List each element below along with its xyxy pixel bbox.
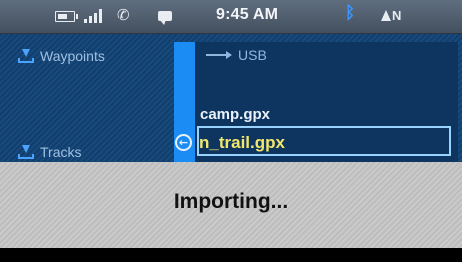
status-bar: ✆ 9:45 AM ᛒ N bbox=[0, 0, 462, 34]
category-waypoints[interactable]: Waypoints bbox=[10, 48, 170, 64]
source-usb[interactable]: USB bbox=[206, 47, 267, 63]
download-icon bbox=[18, 49, 34, 63]
file-item-camp[interactable]: camp.gpx bbox=[200, 106, 270, 123]
back-arrow-icon[interactable]: ← bbox=[175, 134, 192, 151]
clock-time: 9:45 AM bbox=[216, 6, 279, 23]
usb-icon bbox=[206, 50, 232, 60]
file-item-n-trail[interactable]: n_trail.gpx bbox=[199, 133, 285, 153]
source-label: USB bbox=[238, 47, 267, 63]
signal-icon bbox=[84, 9, 106, 23]
bottom-bar bbox=[0, 248, 462, 262]
gps-screen: ✆ 9:45 AM ᛒ N Waypoints Tracks USB camp.… bbox=[0, 0, 462, 262]
phone-icon: ✆ bbox=[117, 6, 130, 24]
compass-heading: N bbox=[381, 8, 402, 23]
category-list: Waypoints Tracks bbox=[10, 42, 170, 160]
north-arrow-icon bbox=[381, 10, 391, 21]
category-tracks[interactable]: Tracks bbox=[10, 144, 170, 160]
heading-label: N bbox=[392, 8, 403, 23]
message-icon bbox=[158, 11, 172, 25]
category-label: Tracks bbox=[40, 144, 82, 160]
bluetooth-icon: ᛒ bbox=[345, 3, 356, 23]
importing-overlay: Importing... bbox=[0, 162, 462, 248]
category-label: Waypoints bbox=[40, 48, 105, 64]
download-icon bbox=[18, 145, 34, 159]
importing-message: Importing... bbox=[173, 190, 289, 213]
battery-icon bbox=[55, 11, 78, 22]
